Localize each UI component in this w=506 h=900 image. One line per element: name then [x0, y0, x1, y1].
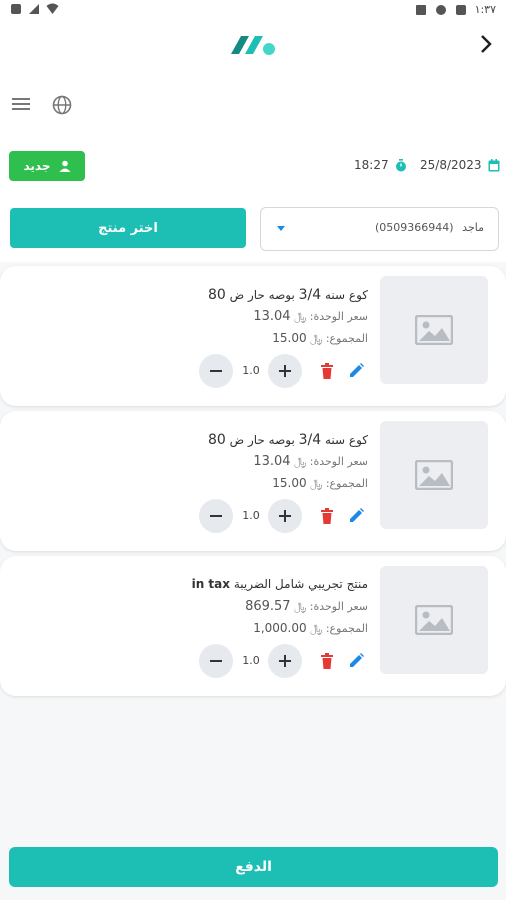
currency-symbol: ﷼: [294, 600, 307, 613]
circle-status-icon: [435, 4, 446, 15]
product-size: 3/4: [298, 287, 322, 303]
date-text: 25/8/2023: [420, 158, 482, 172]
total-value: 15.00: [272, 476, 307, 490]
timer-icon: [395, 158, 406, 171]
currency-symbol: ﷼: [294, 455, 307, 468]
quantity-value: 1.0: [242, 654, 260, 667]
product-size-2: 80: [207, 432, 226, 448]
order-info-row: جديد 18:27 25/8/2023: [0, 140, 506, 192]
choose-product-button[interactable]: اختر منتج: [10, 208, 246, 248]
trash-icon[interactable]: [320, 508, 334, 524]
image-placeholder-icon: [415, 460, 453, 490]
item-total: المجموع: ﷼ 15.00: [272, 476, 368, 491]
user-icon: [59, 160, 71, 172]
customer-select[interactable]: (0509366944) ماجد: [260, 207, 499, 251]
product-image: [380, 566, 488, 674]
new-order-label: جديد: [23, 159, 51, 173]
product-size-2: 80: [207, 287, 226, 303]
toolbar: [0, 70, 506, 140]
customer-name: ماجد: [462, 221, 484, 234]
menu-icon[interactable]: [12, 97, 30, 111]
new-order-button[interactable]: جديد: [9, 151, 85, 181]
app-logo: [231, 36, 275, 55]
product-name-rest: بوصه حار ض: [229, 433, 295, 447]
unit-price-value: 869.57: [245, 599, 291, 614]
increase-qty-button[interactable]: [268, 644, 302, 678]
increase-qty-button[interactable]: [268, 354, 302, 388]
product-image: [380, 276, 488, 384]
product-name: منتج تجريبي شامل الضريبة in tax: [192, 577, 368, 591]
trash-icon[interactable]: [320, 653, 334, 669]
quantity-value: 1.0: [242, 509, 260, 522]
product-name-rest: بوصه حار ض: [229, 288, 295, 302]
minus-icon: [210, 515, 222, 517]
item-total: المجموع: ﷼ 15.00: [272, 331, 368, 346]
customer-row: اختر منتج (0509366944) ماجد: [0, 192, 506, 262]
unit-price-value: 13.04: [253, 309, 291, 324]
unit-price: سعر الوحدة: ﷼ 13.04: [253, 309, 368, 324]
order-time: 18:27: [354, 158, 407, 172]
decrease-qty-button[interactable]: [199, 499, 233, 533]
cart-item: منتج تجريبي شامل الضريبة in tax سعر الوح…: [0, 556, 506, 696]
unit-price-label: سعر الوحدة:: [309, 310, 368, 323]
total-label: المجموع:: [325, 622, 368, 635]
minus-icon: [210, 660, 222, 662]
chevron-right-icon[interactable]: [476, 33, 496, 55]
pay-button[interactable]: الدفع: [9, 847, 498, 887]
image-placeholder-icon: [415, 315, 453, 345]
plus-icon: [279, 510, 291, 522]
plus-icon: [279, 365, 291, 377]
notification-icon: [11, 4, 21, 14]
unit-price: سعر الوحدة: ﷼ 13.04: [253, 454, 368, 469]
product-name-part: كوع سنه: [325, 433, 368, 447]
product-name: كوع سنه 3/4 بوصه حار ض 80: [208, 432, 368, 448]
order-date: 25/8/2023: [420, 158, 500, 172]
currency-symbol: ﷼: [294, 310, 307, 323]
unit-price-label: سعر الوحدة:: [309, 455, 368, 468]
total-value: 15.00: [272, 331, 307, 345]
currency-symbol: ﷼: [310, 332, 323, 345]
pencil-icon[interactable]: [349, 363, 364, 378]
product-size: 3/4: [298, 432, 322, 448]
minus-icon: [210, 370, 222, 372]
item-total: المجموع: ﷼ 1,000.00: [253, 621, 368, 636]
cart-item: كوع سنه 3/4 بوصه حار ض 80 سعر الوحدة: ﷼ …: [0, 266, 506, 406]
status-time: ١:٣٧: [474, 3, 496, 16]
unit-price-value: 13.04: [253, 454, 291, 469]
image-status-icon: [415, 4, 426, 15]
image-placeholder-icon: [415, 605, 453, 635]
plus-icon: [279, 655, 291, 667]
app-header: [0, 20, 506, 70]
pencil-icon[interactable]: [349, 653, 364, 668]
cart-item: كوع سنه 3/4 بوصه حار ض 80 سعر الوحدة: ﷼ …: [0, 411, 506, 551]
wifi-icon: [46, 3, 59, 14]
globe-icon[interactable]: [52, 95, 72, 115]
unit-price-label: سعر الوحدة:: [309, 600, 368, 613]
time-text: 18:27: [354, 158, 389, 172]
signal-off-icon: [29, 4, 39, 14]
total-label: المجموع:: [325, 477, 368, 490]
customer-phone: (0509366944): [375, 221, 454, 234]
product-name: كوع سنه 3/4 بوصه حار ض 80: [208, 287, 368, 303]
product-image: [380, 421, 488, 529]
total-label: المجموع:: [325, 332, 368, 345]
currency-symbol: ﷼: [310, 622, 323, 635]
unit-price: سعر الوحدة: ﷼ 869.57: [245, 599, 368, 614]
product-name-part: منتج تجريبي شامل الضريبة: [233, 577, 368, 591]
alert-status-icon: [455, 4, 466, 15]
trash-icon[interactable]: [320, 363, 334, 379]
pencil-icon[interactable]: [349, 508, 364, 523]
product-name-part: كوع سنه: [325, 288, 368, 302]
product-size-2: in tax: [191, 577, 230, 591]
quantity-value: 1.0: [242, 364, 260, 377]
decrease-qty-button[interactable]: [199, 644, 233, 678]
total-value: 1,000.00: [253, 621, 307, 635]
currency-symbol: ﷼: [310, 477, 323, 490]
calendar-icon: [488, 158, 500, 171]
decrease-qty-button[interactable]: [199, 354, 233, 388]
increase-qty-button[interactable]: [268, 499, 302, 533]
dropdown-caret-icon: [277, 226, 285, 231]
status-bar: ١:٣٧: [0, 0, 506, 20]
